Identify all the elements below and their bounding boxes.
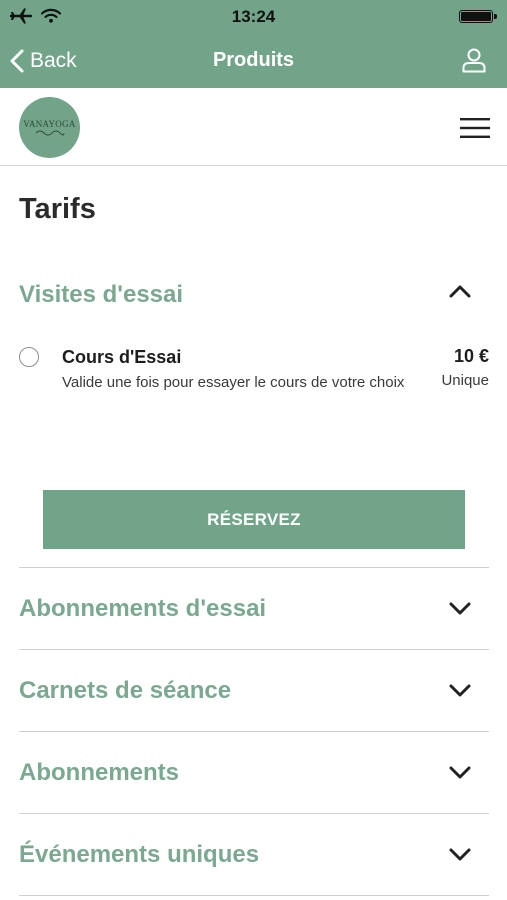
app-header: VANAYOGA (0, 88, 507, 166)
chevron-down-icon (449, 602, 471, 615)
section-divider (19, 649, 489, 650)
chevron-down-icon (449, 684, 471, 697)
status-time: 13:24 (231, 7, 276, 26)
section-label: Abonnements (19, 759, 180, 786)
section-label: Abonnements d'essai (19, 595, 267, 622)
section-label: Événements uniques (19, 841, 260, 868)
section-label: Carnets de séance (19, 677, 232, 704)
user-icon (462, 48, 486, 73)
product-radio[interactable] (19, 347, 39, 367)
brand-logo[interactable]: VANAYOGA (19, 97, 80, 158)
menu-button[interactable] (460, 117, 490, 144)
section-abonnements[interactable]: Abonnements (19, 754, 489, 792)
product-price-type: Unique (441, 372, 489, 389)
chevron-up-icon (449, 285, 471, 298)
nav-bar: Back Produits (0, 34, 507, 88)
hamburger-menu-icon (460, 118, 490, 138)
section-evenements-uniques[interactable]: Événements uniques (19, 836, 489, 874)
product-name: Cours d'Essai (62, 347, 182, 367)
status-bar: 13:24 (0, 0, 507, 34)
page-title: Tarifs (19, 193, 96, 225)
chevron-down-icon (449, 848, 471, 861)
chevron-down-icon (449, 766, 471, 779)
section-divider (19, 813, 489, 814)
top-bar: 13:24 Back Produits (0, 0, 507, 88)
battery-icon (459, 10, 497, 23)
reserve-button[interactable]: RÉSERVEZ (43, 490, 465, 549)
section-divider (19, 567, 489, 568)
section-visites-essai[interactable]: Visites d'essai (19, 278, 489, 314)
logo-text: VANAYOGA (23, 118, 76, 129)
section-carnets-seance[interactable]: Carnets de séance (19, 672, 489, 710)
logo-wave-icon (35, 130, 64, 135)
section-divider (19, 895, 489, 896)
product-cours-essai: Cours d'Essai Valide une fois pour essay… (19, 345, 489, 415)
section-abonnements-essai[interactable]: Abonnements d'essai (19, 590, 489, 628)
user-account-button[interactable] (461, 47, 487, 78)
product-description: Valide une fois pour essayer le cours de… (62, 374, 405, 391)
product-price: 10 € (453, 346, 489, 366)
section-label: Visites d'essai (19, 281, 184, 308)
nav-title: Produits (212, 49, 295, 71)
section-divider (19, 731, 489, 732)
